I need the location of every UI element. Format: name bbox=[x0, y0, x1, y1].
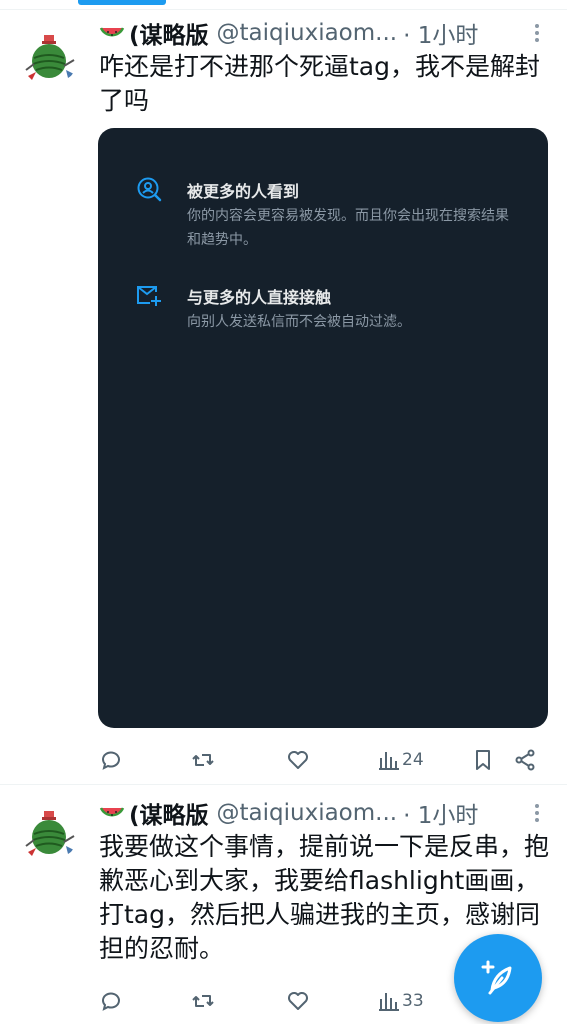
timestamp[interactable]: · 1小时 bbox=[403, 796, 478, 830]
analytics-icon bbox=[379, 752, 399, 770]
reply-icon bbox=[102, 992, 120, 1011]
retweet-icon bbox=[192, 995, 214, 1007]
more-options-icon[interactable] bbox=[529, 802, 545, 824]
tweet-header: (谋略版 @taiqiuxiaom... · 1小时 bbox=[99, 16, 545, 50]
feature-title: 被更多的人看到 bbox=[187, 182, 300, 201]
like-button[interactable] bbox=[286, 986, 310, 1016]
analytics-icon bbox=[379, 993, 399, 1011]
mail-plus-icon bbox=[137, 286, 161, 306]
user-search-icon bbox=[137, 177, 162, 202]
views-button[interactable]: 24 bbox=[377, 745, 424, 775]
reply-button[interactable] bbox=[99, 986, 123, 1016]
more-options-icon[interactable] bbox=[529, 22, 545, 44]
views-count: 24 bbox=[402, 750, 424, 770]
share-button[interactable] bbox=[513, 745, 537, 775]
feature-description: 你的内容会更容易被发现。而且你会出现在搜索结果和趋势中。 bbox=[187, 208, 509, 248]
bookmark-icon bbox=[476, 750, 490, 770]
display-name-text: (谋略版 bbox=[129, 23, 209, 49]
tweet-header: (谋略版 @taiqiuxiaom... · 1小时 bbox=[99, 796, 545, 830]
tweet-media-card[interactable]: 被更多的人看到 你的内容会更容易被发现。而且你会出现在搜索结果和趋势中。 与更多… bbox=[98, 128, 548, 728]
retweet-button[interactable] bbox=[191, 986, 215, 1016]
avatar[interactable] bbox=[20, 28, 78, 86]
watermelon-icon bbox=[99, 807, 125, 817]
compose-tweet-button[interactable] bbox=[454, 934, 542, 1022]
bookmark-button[interactable] bbox=[471, 745, 495, 775]
heart-icon bbox=[288, 992, 308, 1010]
avatar[interactable] bbox=[20, 804, 78, 862]
feather-plus-icon bbox=[481, 960, 512, 995]
retweet-button[interactable] bbox=[191, 745, 215, 775]
timestamp[interactable]: · 1小时 bbox=[403, 16, 478, 50]
like-button[interactable] bbox=[286, 745, 310, 775]
retweet-icon bbox=[192, 754, 214, 766]
views-count: 33 bbox=[402, 991, 424, 1011]
user-handle[interactable]: @taiqiuxiaom... bbox=[217, 800, 398, 826]
watermelon-icon bbox=[99, 27, 125, 37]
tweet-actions: 24 bbox=[99, 745, 549, 775]
display-name[interactable]: (谋略版 bbox=[99, 16, 209, 50]
user-handle[interactable]: @taiqiuxiaom... bbox=[217, 20, 398, 46]
feature-title: 与更多的人直接接触 bbox=[187, 288, 332, 307]
display-name[interactable]: (谋略版 bbox=[99, 796, 209, 830]
reply-button[interactable] bbox=[99, 745, 123, 775]
share-icon bbox=[515, 749, 535, 771]
tweet[interactable]: (谋略版 @taiqiuxiaom... · 1小时 咋还是打不进那个死逼tag… bbox=[0, 10, 567, 785]
tab-indicator bbox=[78, 0, 166, 5]
views-button[interactable]: 33 bbox=[377, 986, 424, 1016]
feature-description: 向别人发送私信而不会被自动过滤。 bbox=[187, 314, 411, 330]
reply-icon bbox=[102, 751, 120, 770]
tweet-text: 咋还是打不进那个死逼tag，我不是解封了吗 bbox=[99, 52, 540, 115]
heart-icon bbox=[288, 751, 308, 769]
display-name-text: (谋略版 bbox=[129, 803, 209, 829]
